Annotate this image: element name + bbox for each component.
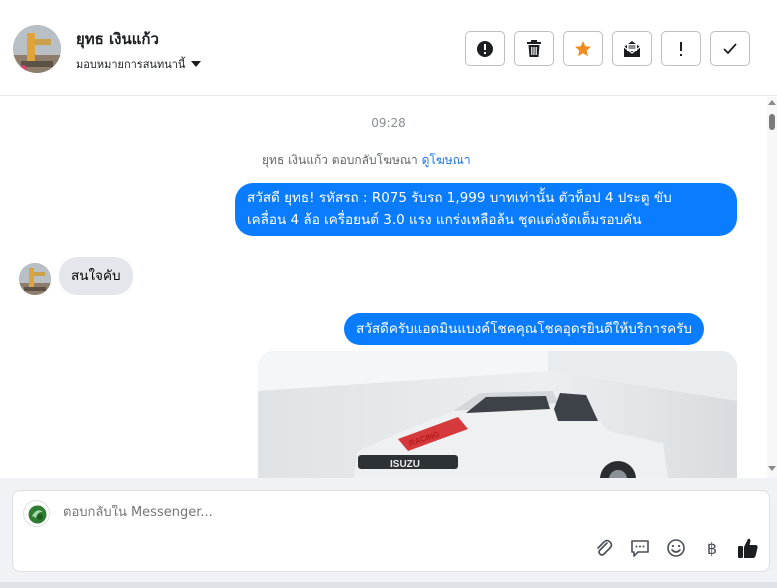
page-avatar [23, 500, 50, 527]
scroll-thumb[interactable] [769, 114, 775, 130]
window-bottom-edge [0, 582, 777, 588]
ad-reply-note: ยุทธ เงินแก้ว ตอบกลับโฆษณา ดูโฆษณา [262, 151, 471, 170]
reply-input[interactable] [63, 505, 663, 520]
message-line: สวัสดี ยุทธ! รหัสรถ : R075 รับรถ 1,999 บ… [247, 190, 672, 206]
caret-down-icon [191, 61, 202, 67]
assign-label: มอบหมายการสนทนานี้ [76, 58, 186, 71]
view-ad-link[interactable]: ดูโฆษณา [422, 153, 471, 167]
message-photo[interactable]: ISUZU RACING [258, 351, 737, 478]
scroll-down-arrow-icon[interactable] [768, 466, 776, 471]
conversation-header: ยุทธ เงินแก้ว มอบหมายการสนทนานี้ [0, 0, 777, 96]
outgoing-message[interactable]: สวัสดีครับแอดมินแบงค์โชคคุณโชคอุดรยินดีใ… [344, 313, 704, 345]
contact-avatar-small[interactable] [19, 263, 51, 295]
mark-done-button[interactable] [710, 31, 750, 66]
emoji-button[interactable] [665, 537, 687, 559]
paperclip-icon [597, 539, 613, 556]
messenger-inbox-conversation: ยุทธ เงินแก้ว มอบหมายการสนทนานี้ 09:28 ย… [0, 0, 777, 588]
contact-avatar[interactable] [13, 25, 61, 73]
mark-unread-button[interactable] [612, 31, 652, 66]
star-button[interactable] [563, 31, 603, 66]
delete-button[interactable] [514, 31, 554, 66]
like-button[interactable] [737, 537, 759, 559]
incoming-message[interactable]: สนใจคับ [59, 257, 133, 295]
follow-up-button[interactable] [661, 31, 701, 66]
thread-scrollbar[interactable] [767, 97, 777, 478]
star-icon [575, 40, 591, 56]
spam-button[interactable] [465, 31, 505, 66]
ad-reply-text: ยุทธ เงินแก้ว ตอบกลับโฆษณา [262, 153, 418, 167]
saved-reply-icon [631, 540, 649, 557]
message-thread[interactable]: 09:28 ยุทธ เงินแก้ว ตอบกลับโฆษณา ดูโฆษณา… [0, 97, 767, 478]
message-line: เคลื่อน 4 ล้อ เครื่อยนต์ 3.0 แรง แกร่งเห… [247, 212, 642, 228]
message-timestamp: 09:28 [371, 116, 406, 130]
assign-conversation-dropdown[interactable]: มอบหมายการสนทนานี้ [76, 55, 202, 73]
pickup-truck-photo: ISUZU RACING [258, 351, 737, 478]
photo-grille-badge: ISUZU [390, 459, 420, 470]
trash-icon [527, 39, 541, 57]
attach-button[interactable] [593, 537, 615, 559]
saved-replies-button[interactable] [629, 537, 651, 559]
conversation-actions [465, 31, 750, 66]
envelope-open-icon [623, 40, 641, 57]
contact-name[interactable]: ยุทธ เงินแก้ว [76, 27, 159, 51]
reply-composer[interactable]: ฿ [12, 490, 770, 572]
exclamation-circle-icon [477, 40, 493, 57]
outgoing-message[interactable]: สวัสดี ยุทธ! รหัสรถ : R075 รับรถ 1,999 บ… [235, 183, 737, 236]
thumbs-up-icon [738, 538, 758, 558]
composer-tools: ฿ [593, 537, 759, 559]
scroll-up-arrow-icon[interactable] [768, 100, 776, 105]
baht-icon: ฿ [706, 538, 718, 558]
checkmark-icon [723, 42, 737, 54]
exclamation-icon [680, 41, 682, 56]
composer-area: ฿ [0, 478, 777, 588]
payment-button[interactable]: ฿ [701, 537, 723, 559]
emoji-icon [667, 539, 685, 557]
